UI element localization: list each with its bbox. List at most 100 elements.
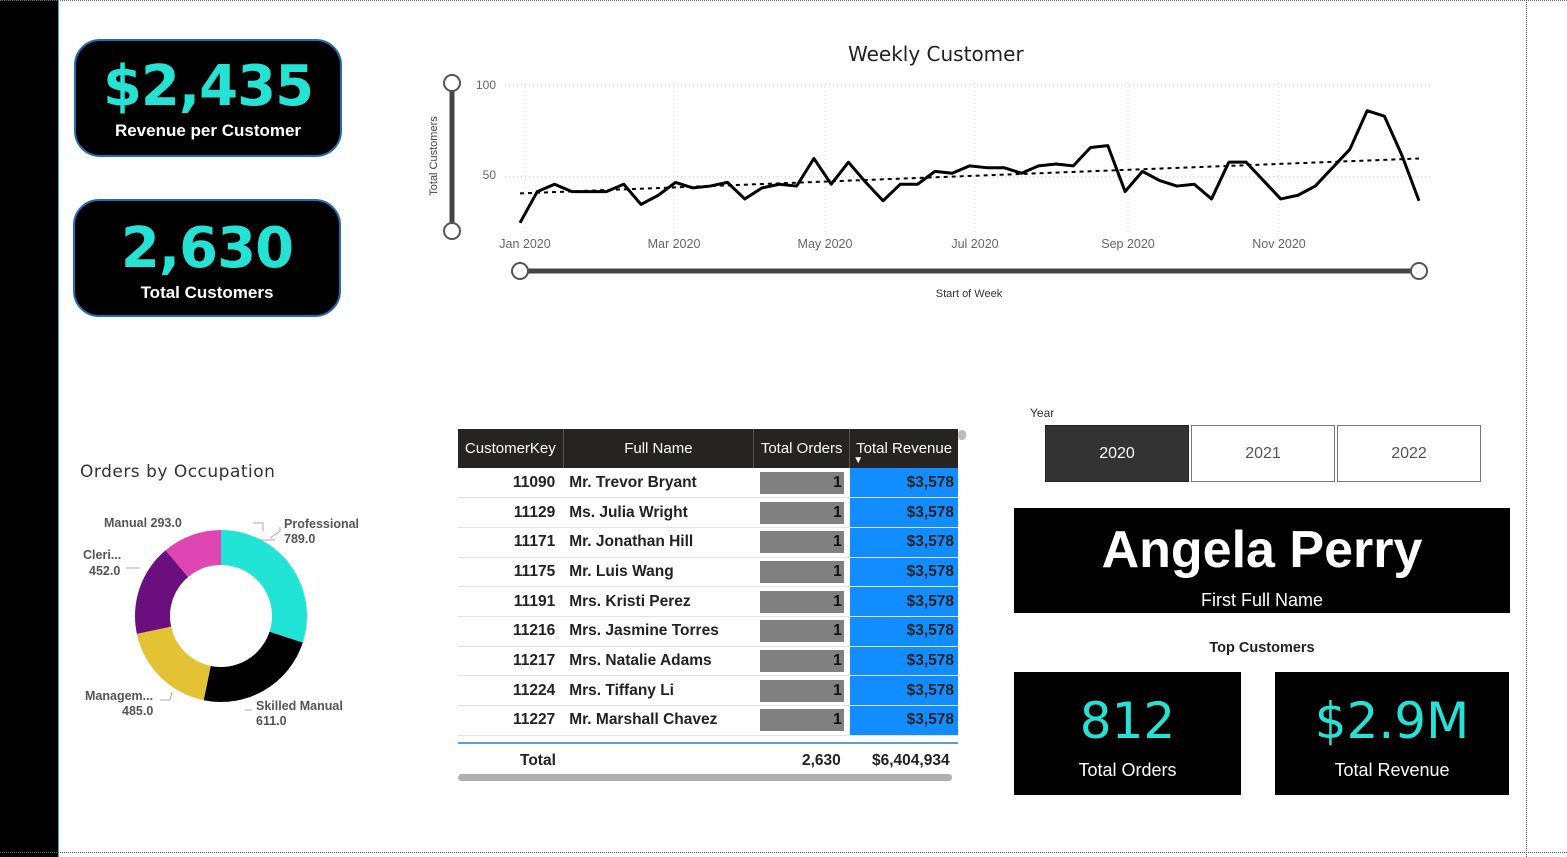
col-header-total-revenue[interactable]: Total Revenue ▼ <box>849 429 958 468</box>
total-orders-value: 812 <box>1079 692 1176 750</box>
leader-line <box>269 527 281 539</box>
x-axis: Jan 2020 Mar 2020 May 2020 Jul 2020 Sep 2020… <box>499 237 1306 251</box>
cell-key: 11224 <box>458 675 564 706</box>
cell-revenue: $3,578 <box>849 468 958 499</box>
orders-bar: 1 <box>759 560 844 583</box>
x-tick-label: Jul 2020 <box>951 237 998 251</box>
total-orders-label: Total Orders <box>1078 760 1177 780</box>
x-range-slider-handle-right[interactable] <box>1410 262 1428 280</box>
table-row[interactable]: 11129 Ms. Julia Wright 1 $3,578 <box>458 497 958 528</box>
top-customer-name: Angela Perry <box>1101 521 1423 579</box>
cell-orders: 1 <box>753 705 850 736</box>
table-row[interactable]: 11171 Mr. Jonathan Hill 1 $3,578 <box>458 527 958 558</box>
x-tick-label: Jan 2020 <box>499 237 550 251</box>
total-revenue-value: $2.9M <box>1314 692 1470 750</box>
total-revenue-label: Total Revenue <box>1334 760 1450 780</box>
col-header-label: Total Revenue <box>856 440 953 457</box>
customer-table[interactable]: CustomerKey Full Name Total Orders Total… <box>458 429 958 736</box>
year-option-2020[interactable]: 2020 <box>1045 425 1189 482</box>
donut-slice-skilled-manual[interactable] <box>203 631 303 702</box>
x-tick-label: Nov 2020 <box>1252 237 1306 251</box>
weekly-customer-chart[interactable]: 100 50 Total Customers Jan 2020 Mar 2020 M… <box>0 0 1567 320</box>
cell-revenue: $3,578 <box>849 497 958 528</box>
x-axis-title: Start of Week <box>936 288 1003 300</box>
cell-name: Mr. Marshall Chavez <box>563 705 754 736</box>
cell-name: Mrs. Kristi Perez <box>563 586 754 617</box>
y-tick-label: 100 <box>476 78 496 92</box>
col-header-total-orders[interactable]: Total Orders <box>753 429 851 468</box>
orders-bar: 1 <box>759 471 844 494</box>
x-range-slider-handle-left[interactable] <box>511 262 529 280</box>
cell-name: Ms. Julia Wright <box>563 497 754 528</box>
leader-line <box>160 691 173 701</box>
orders-by-occupation-chart[interactable]: Manual 293.0 Professional 789.0 Cleri...… <box>60 500 440 780</box>
frame-bottom <box>0 852 1567 853</box>
orders-bar: 1 <box>759 620 844 643</box>
report-canvas: $2,435 Revenue per Customer 2,630 Total … <box>0 0 1567 857</box>
top-customer-name-label: First Full Name <box>1200 590 1323 610</box>
table-row[interactable]: 11217 Mrs. Natalie Adams 1 $3,578 <box>458 646 958 677</box>
slice-category-management: Managem... <box>85 689 153 703</box>
slice-value-skilled-manual: 611.0 <box>256 714 287 728</box>
sort-desc-icon: ▼ <box>853 455 864 466</box>
cell-key: 11090 <box>458 468 564 499</box>
cell-revenue: $3,578 <box>849 675 958 706</box>
table-row[interactable]: 11216 Mrs. Jasmine Torres 1 $3,578 <box>458 616 958 647</box>
cell-orders: 1 <box>753 675 850 706</box>
orders-bar: 1 <box>759 679 844 702</box>
y-axis-title: Total Customers <box>428 116 440 196</box>
cell-orders: 1 <box>753 586 850 617</box>
cell-name: Mrs. Natalie Adams <box>563 646 754 677</box>
x-tick-label: Sep 2020 <box>1101 237 1155 251</box>
col-header-full-name[interactable]: Full Name <box>563 429 755 468</box>
year-option-2022[interactable]: 2022 <box>1337 425 1481 482</box>
y-tick-label: 50 <box>483 168 497 182</box>
leader-line <box>253 522 264 531</box>
table-row[interactable]: 11227 Mr. Marshall Chavez 1 $3,578 <box>458 705 958 736</box>
slice-label-manual: Manual 293.0 <box>104 516 182 530</box>
y-range-slider-handle-bottom[interactable] <box>443 222 461 240</box>
cell-revenue: $3,578 <box>849 616 958 647</box>
orders-bar: 1 <box>759 649 844 672</box>
cell-key: 11217 <box>458 646 564 677</box>
cell-name: Mr. Trevor Bryant <box>563 468 754 499</box>
slice-value-management: 485.0 <box>122 704 153 718</box>
table-row[interactable]: 11175 Mr. Luis Wang 1 $3,578 <box>458 557 958 588</box>
cell-orders: 1 <box>753 527 850 558</box>
top-customer-name-card[interactable]: Angela Perry First Full Name <box>1014 508 1510 613</box>
table-row[interactable]: 11090 Mr. Trevor Bryant 1 $3,578 <box>458 468 958 499</box>
table-row[interactable]: 11191 Mrs. Kristi Perez 1 $3,578 <box>458 586 958 617</box>
table-row[interactable]: 11224 Mrs. Tiffany Li 1 $3,578 <box>458 675 958 706</box>
chart-grid <box>505 83 1432 232</box>
total-revenue-card[interactable]: $2.9M Total Revenue <box>1275 672 1509 795</box>
cell-name: Mr. Luis Wang <box>563 557 754 588</box>
total-orders-card[interactable]: 812 Total Orders <box>1014 672 1241 795</box>
donut-slice-professional[interactable] <box>221 530 307 643</box>
cell-revenue: $3,578 <box>849 646 958 677</box>
y-range-slider-handle-top[interactable] <box>443 74 461 92</box>
x-tick-label: May 2020 <box>798 237 853 251</box>
cell-orders: 1 <box>753 497 850 528</box>
series-line-total-customers[interactable] <box>518 109 1421 224</box>
total-orders: 2,630 <box>802 752 841 769</box>
cell-revenue: $3,578 <box>849 586 958 617</box>
year-option-2021[interactable]: 2021 <box>1191 425 1335 482</box>
col-header-customerkey[interactable]: CustomerKey <box>458 429 564 468</box>
total-revenue: $6,404,934 <box>872 752 950 769</box>
cell-revenue: $3,578 <box>849 527 958 558</box>
cell-orders: 1 <box>753 646 850 677</box>
slice-value-clerical: 452.0 <box>89 564 120 578</box>
slice-category-professional: Professional <box>284 517 359 531</box>
cell-orders: 1 <box>753 468 850 499</box>
orders-bar: 1 <box>759 501 844 524</box>
cell-name: Mr. Jonathan Hill <box>563 527 754 558</box>
year-slicer-label: Year <box>1030 406 1055 420</box>
cell-name: Mrs. Jasmine Torres <box>563 616 754 647</box>
cell-revenue: $3,578 <box>849 557 958 588</box>
cell-key: 11171 <box>458 527 564 558</box>
cell-key: 11191 <box>458 586 564 617</box>
slice-category-skilled-manual: Skilled Manual <box>256 699 343 713</box>
slice-value-professional: 789.0 <box>284 532 315 546</box>
table-vertical-scrollbar[interactable] <box>958 430 966 440</box>
table-horizontal-scrollbar[interactable] <box>458 774 952 781</box>
